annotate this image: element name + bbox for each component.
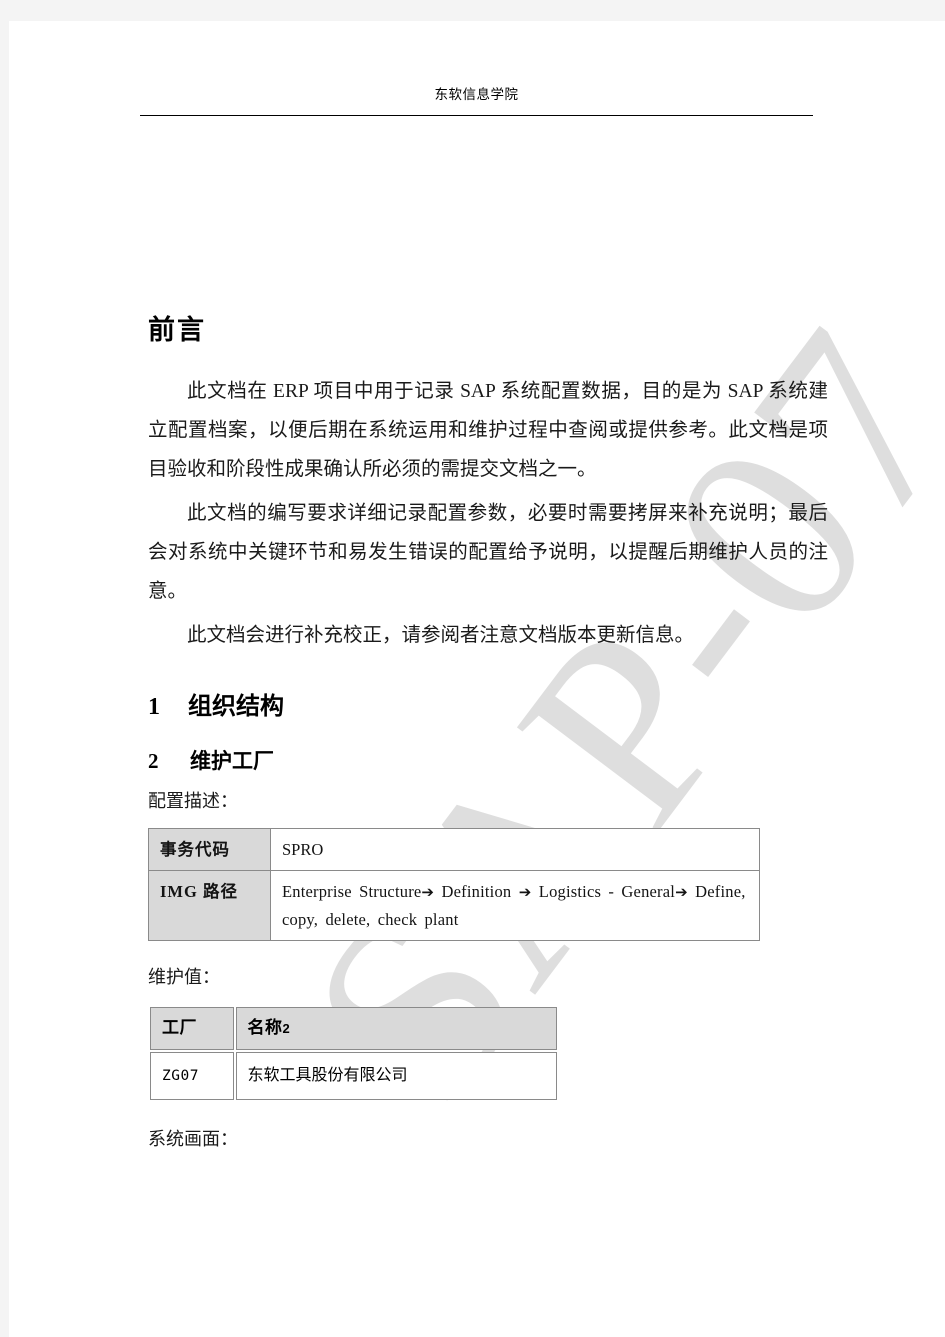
section-title-2: 维护工厂 (190, 749, 274, 774)
column-header-name: 名称2 (235, 1006, 557, 1050)
config-row-label-imgpath: IMG 路径 (148, 870, 271, 942)
table-header-row: 工厂 名称2 (150, 1006, 557, 1050)
config-description-caption: 配置描述： (148, 790, 238, 811)
column-header-plant: 工厂 (150, 1006, 234, 1050)
section-heading-2: 2 维护工厂 (148, 749, 828, 774)
maintained-values-caption: 维护值： (148, 967, 220, 988)
arrow-icon: ➔ (675, 883, 688, 902)
document-body: 前言 此文档在 ERP 项目中用于记录 SAP 系统配置数据，目的是为 SAP … (148, 315, 828, 1150)
preface-paragraph-1: 此文档在 ERP 项目中用于记录 SAP 系统配置数据，目的是为 SAP 系统建… (148, 380, 828, 480)
running-header-rule (140, 115, 813, 116)
img-path-part-2: Definition (434, 882, 519, 902)
running-header: 东软信息学院 (140, 83, 813, 116)
column-header-name-label: 名称 (247, 1017, 283, 1037)
preface-paragraph-3: 此文档会进行补充校正，请参阅者注意文档版本更新信息。 (187, 624, 695, 646)
config-row-label-tcode: 事务代码 (148, 828, 271, 872)
arrow-icon: ➔ (421, 883, 435, 902)
section-title-1: 组织结构 (188, 693, 284, 720)
section-number-2: 2 (148, 749, 159, 774)
section-heading-1: 1 组织结构 (148, 693, 828, 722)
config-row-value-tcode: SPRO (270, 828, 760, 872)
preface-paragraph-2: 此文档的编写要求详细记录配置参数，必要时需要拷屏来补充说明；最后会对系统中关键环… (148, 502, 828, 602)
arrow-icon: ➔ (518, 883, 532, 902)
column-header-name-suffix: 2 (282, 1020, 291, 1036)
table-row: ZG07 东软工具股份有限公司 (150, 1051, 557, 1100)
document-page: SAP-07 东软信息学院 前言 此文档在 ERP 项目中用于记录 SAP 系统… (9, 21, 945, 1337)
running-header-title: 东软信息学院 (434, 87, 519, 102)
maintained-values-table: 工厂 名称2 ZG07 东软工具股份有限公司 (148, 1005, 559, 1102)
config-row-value-imgpath: Enterprise Structure➔ Definition ➔ Logis… (270, 870, 760, 942)
config-description-table: 事务代码 SPRO IMG 路径 Enterprise Structure➔ D… (148, 828, 760, 942)
table-row: 事务代码 SPRO (148, 828, 760, 872)
cell-plant-code: ZG07 (150, 1051, 234, 1100)
system-screen-caption: 系统画面： (148, 1128, 238, 1149)
section-number-1: 1 (148, 693, 160, 720)
img-path-part-1: Enterprise Structure (282, 882, 422, 902)
cell-plant-name: 东软工具股份有限公司 (235, 1051, 557, 1100)
page-content: 东软信息学院 前言 此文档在 ERP 项目中用于记录 SAP 系统配置数据，目的… (9, 21, 945, 1337)
preface-heading: 前言 (148, 315, 206, 345)
table-row: IMG 路径 Enterprise Structure➔ Definition … (148, 870, 760, 942)
img-path-part-3: Logistics - General (531, 882, 676, 902)
